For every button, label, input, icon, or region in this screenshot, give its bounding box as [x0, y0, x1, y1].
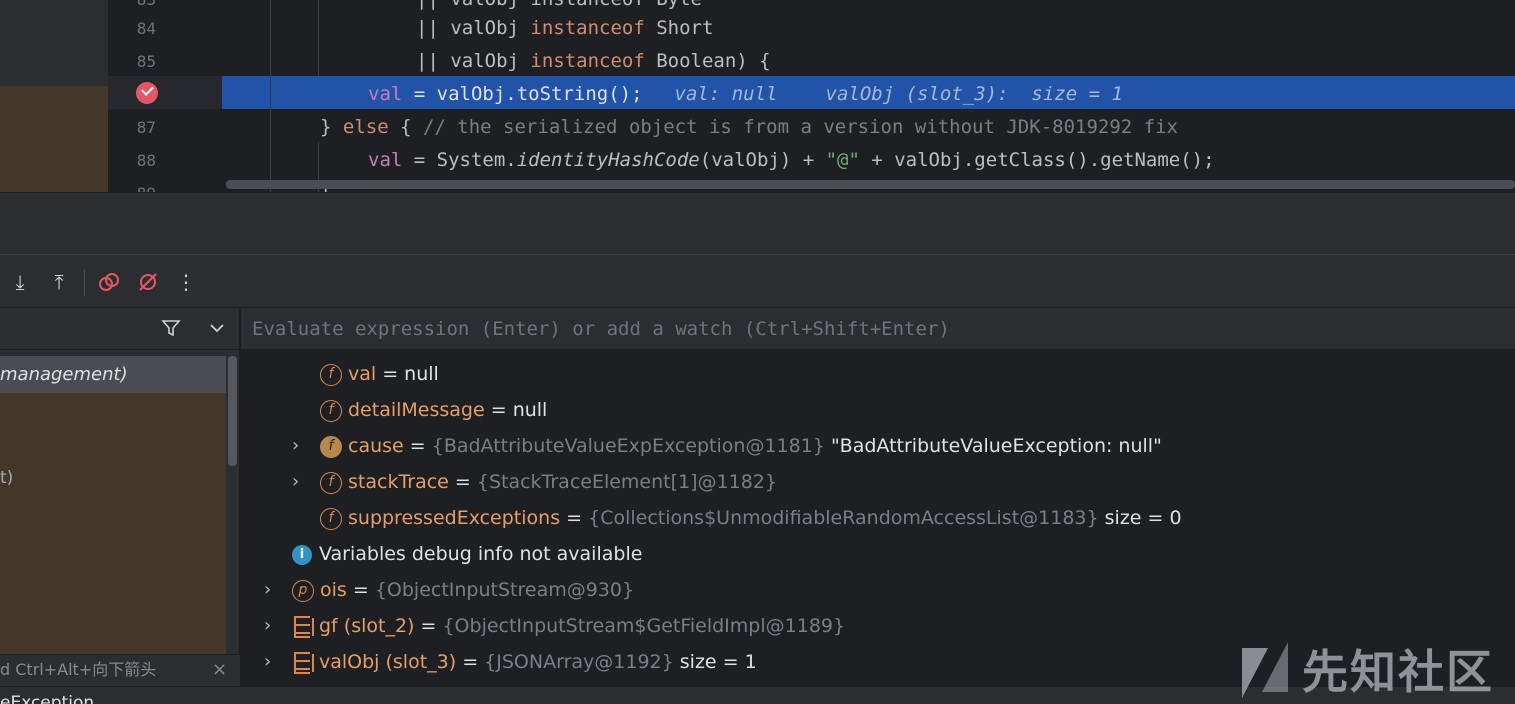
- code-line-87: } else { // the serialized object is fro…: [320, 116, 1178, 138]
- frame-item-selected[interactable]: management): [0, 356, 226, 393]
- watermark-logo-icon: [1242, 642, 1288, 698]
- code-line-85: || valObj instanceof Boolean) {: [416, 50, 771, 72]
- variable-row[interactable]: f cause = {BadAttributeValueExpException@…: [320, 428, 1162, 464]
- more-icon[interactable]: ⋮: [173, 269, 199, 295]
- code-line-84: || valObj instanceof Short: [416, 17, 714, 39]
- local-slot-icon: [294, 651, 314, 674]
- field-icon: f: [320, 471, 342, 494]
- debug-toolbar: ⤓ ⤒ ⋮: [0, 254, 1515, 308]
- debug-info-message: i Variables debug info not available: [292, 536, 642, 572]
- indent-guide: [270, 0, 271, 192]
- toolbar-separator: [84, 270, 85, 296]
- horizontal-scrollbar[interactable]: [226, 180, 1515, 189]
- info-icon: i: [292, 544, 312, 565]
- variable-row[interactable]: p ois = {ObjectInputStream@930}: [292, 572, 634, 608]
- variable-row[interactable]: gf (slot_2) = {ObjectInputStream$GetFiel…: [294, 608, 845, 644]
- status-text: eException: [0, 693, 95, 704]
- variable-row[interactable]: valObj (slot_3) = {JSONArray@1192} size …: [294, 644, 757, 680]
- view-breakpoints-icon[interactable]: [96, 269, 122, 295]
- field-icon: f: [320, 399, 342, 422]
- variables-panel: fval = null fdetailMessage = null › fcau…: [241, 308, 1515, 686]
- mute-breakpoints-icon[interactable]: [135, 269, 161, 295]
- indent-guide: [318, 0, 319, 76]
- line-number: 84: [136, 19, 156, 38]
- frames-header: [0, 308, 240, 350]
- variable-row[interactable]: f val = null: [320, 356, 439, 392]
- code-line-88: val = System.identityHashCode(valObj) + …: [368, 149, 1215, 171]
- watermark: 先知社区: [1240, 636, 1510, 702]
- code-editor[interactable]: 83 84 85 87 88 89 || valObj instanceof B…: [0, 0, 1515, 192]
- frames-hint-text: d Ctrl+Alt+向下箭头: [0, 660, 157, 679]
- chevron-right-icon[interactable]: ›: [264, 644, 271, 680]
- evaluate-bar: [241, 308, 1515, 350]
- variable-row[interactable]: f stackTrace = {StackTraceElement[1]@1182…: [320, 464, 777, 500]
- chevron-right-icon[interactable]: ›: [292, 464, 299, 500]
- chevron-down-icon[interactable]: [207, 317, 227, 343]
- frame-item[interactable]: t): [0, 468, 13, 488]
- field-icon: f: [320, 363, 342, 386]
- chevron-right-icon[interactable]: ›: [292, 428, 299, 464]
- field-icon: f: [320, 507, 342, 530]
- line-number: 89: [108, 177, 156, 192]
- frames-list[interactable]: [0, 356, 226, 656]
- line-number: 88: [136, 151, 156, 170]
- debug-tool-header: [0, 192, 1515, 254]
- breakpoint-row-gutter: [108, 76, 222, 109]
- parameter-icon: p: [292, 579, 314, 602]
- step-out-icon[interactable]: ⤒: [46, 269, 72, 295]
- step-into-icon[interactable]: ⤓: [7, 269, 33, 295]
- variable-row[interactable]: f suppressedExceptions = {Collections$Unm…: [320, 500, 1182, 536]
- line-number: 85: [136, 52, 156, 71]
- inline-value-hint: valObj (slot_3): size = 1: [825, 83, 1123, 105]
- watermark-text: 先知社区: [1302, 645, 1494, 699]
- line-number: 87: [136, 118, 156, 137]
- project-panel-strip: [0, 0, 108, 192]
- evaluate-expression-input[interactable]: [252, 316, 1152, 342]
- frames-hint-bar: d Ctrl+Alt+向下箭头 ×: [0, 654, 240, 686]
- filter-icon[interactable]: [160, 317, 182, 343]
- code-line-86: val = valObj.toString(); val: null valObj …: [368, 83, 1123, 105]
- frames-scrollbar[interactable]: [228, 356, 237, 466]
- variable-row[interactable]: f detailMessage = null: [320, 392, 547, 428]
- chevron-right-icon[interactable]: ›: [264, 572, 271, 608]
- field-icon: f: [320, 435, 342, 458]
- chevron-right-icon[interactable]: ›: [264, 608, 271, 644]
- breakpoint-check-icon[interactable]: [136, 82, 158, 104]
- close-icon[interactable]: ×: [212, 655, 227, 685]
- frames-panel: management) t) d Ctrl+Alt+向下箭头 ×: [0, 308, 240, 686]
- local-slot-icon: [294, 615, 314, 638]
- inline-value-hint: val: null: [674, 83, 778, 105]
